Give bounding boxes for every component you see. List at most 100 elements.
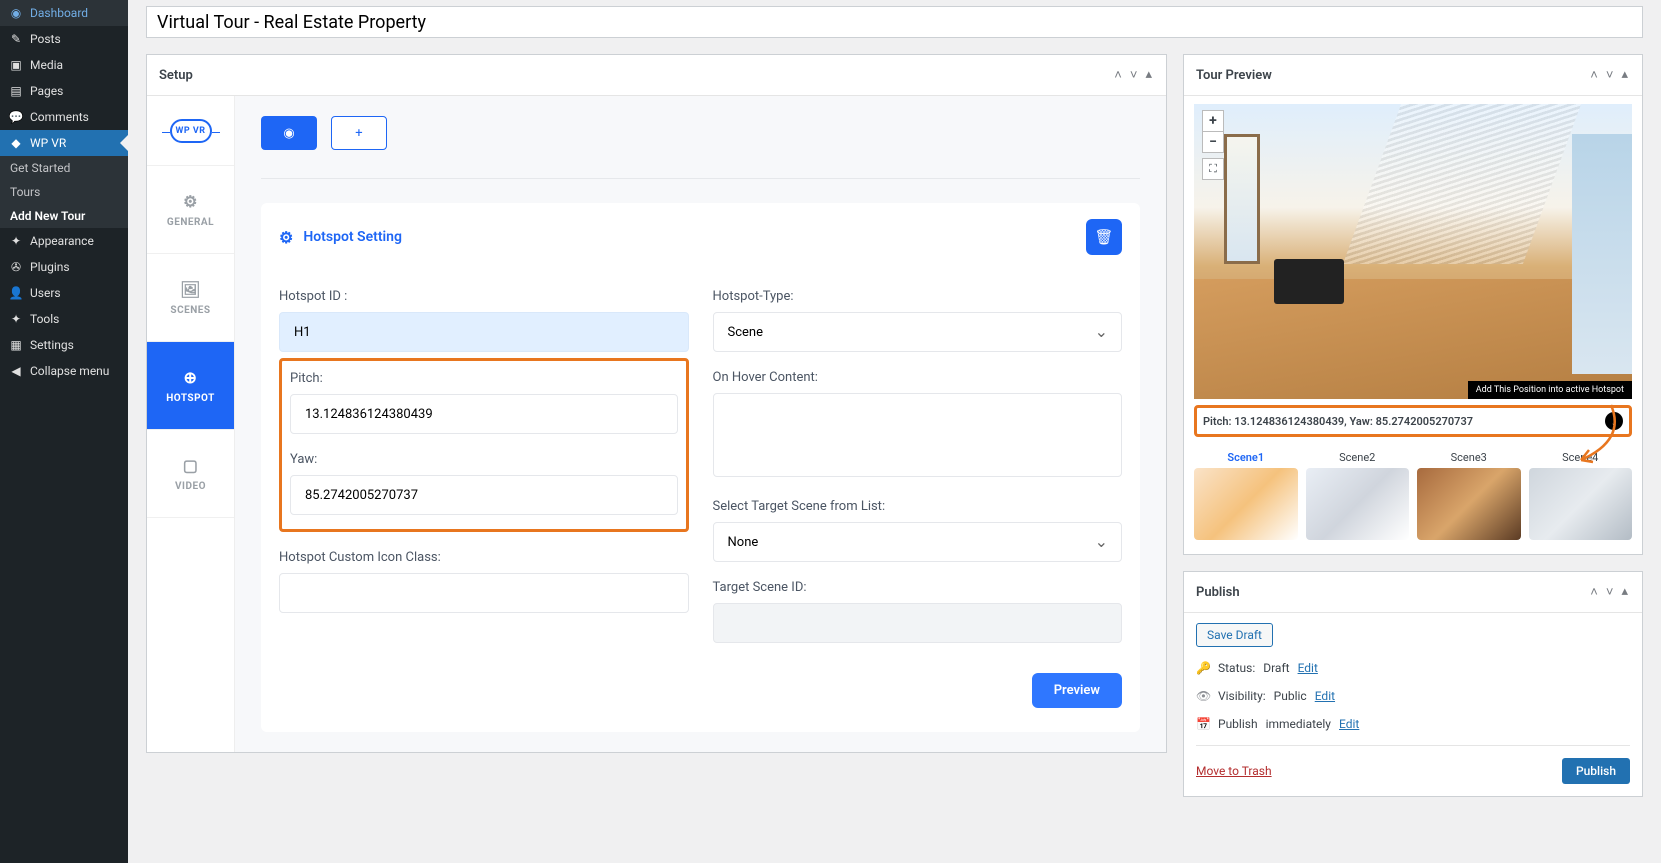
toggle-up-icon[interactable]: ˄ [1588, 582, 1600, 602]
menu-posts[interactable]: ✎Posts [0, 26, 128, 52]
gear-icon: ⚙ [279, 228, 293, 247]
icon-class-label: Hotspot Custom Icon Class: [279, 550, 689, 565]
setup-header: Setup ˄ ˅ ▴ [147, 55, 1166, 96]
toggle-down-icon[interactable]: ˅ [1604, 582, 1616, 602]
menu-label: Tools [30, 312, 59, 326]
menu-dashboard[interactable]: ◉ Dashboard [0, 0, 128, 26]
scene-thumb-1[interactable]: Scene1 [1194, 451, 1298, 540]
toggle-up-icon[interactable]: ˄ [1588, 65, 1600, 85]
vtab-logo: WP VR [147, 96, 234, 166]
menu-label: Pages [30, 84, 63, 98]
setup-title: Setup [159, 68, 193, 83]
hotspot-setting-title: Hotspot Setting [303, 229, 402, 245]
zoom-in-button[interactable]: + [1202, 110, 1224, 132]
target-scene-list-label: Select Target Scene from List: [713, 499, 1123, 514]
handle-icon[interactable]: ▴ [1143, 65, 1154, 85]
menu-plugins[interactable]: ✇Plugins [0, 254, 128, 280]
hover-content-input[interactable] [713, 393, 1123, 477]
edit-schedule-link[interactable]: Edit [1339, 717, 1359, 731]
publish-postbox: Publish ˄ ˅ ▴ Save Draft 🔑Status: Draft … [1183, 571, 1643, 797]
calendar-icon: 📅 [1196, 717, 1210, 731]
submenu-get-started[interactable]: Get Started [0, 156, 128, 180]
pitch-yaw-display: Pitch: 13.124836124380439, Yaw: 85.27420… [1194, 405, 1632, 437]
hotspot-id-input[interactable] [279, 312, 689, 352]
menu-label: Users [30, 286, 61, 300]
visibility-value: Public [1274, 689, 1307, 703]
setup-postbox: Setup ˄ ˅ ▴ WP VR ⚙GENERAL 🖼SCENES ⊕HOTS [146, 54, 1167, 753]
scene-thumb-4[interactable]: Scene4 [1529, 451, 1633, 540]
menu-label: WP VR [30, 136, 66, 150]
key-icon: 🔑 [1196, 661, 1210, 675]
schedule-label: Publish [1218, 717, 1258, 731]
save-draft-button[interactable]: Save Draft [1196, 623, 1273, 647]
scene-thumb-3[interactable]: Scene3 [1417, 451, 1521, 540]
edit-status-link[interactable]: Edit [1298, 661, 1318, 675]
toggle-down-icon[interactable]: ˅ [1128, 65, 1140, 85]
menu-label: Comments [30, 110, 89, 124]
target-scene-id-label: Target Scene ID: [713, 580, 1123, 595]
vtab-label: SCENES [170, 305, 210, 316]
hotspot-tab-current[interactable]: ◉ [261, 116, 317, 150]
menu-appearance[interactable]: ✦Appearance [0, 228, 128, 254]
publish-button[interactable]: Publish [1562, 758, 1630, 784]
toggle-down-icon[interactable]: ˅ [1604, 65, 1616, 85]
move-to-trash-link[interactable]: Move to Trash [1196, 764, 1272, 778]
dashboard-icon: ◉ [8, 6, 24, 20]
tour-preview-postbox: Tour Preview ˄ ˅ ▴ + − [1183, 54, 1643, 555]
scene-thumb-2[interactable]: Scene2 [1306, 451, 1410, 540]
hover-content-label: On Hover Content: [713, 370, 1123, 385]
icon-class-input[interactable] [279, 573, 689, 613]
delete-hotspot-button[interactable]: 🗑 [1086, 219, 1122, 255]
tour-preview-title: Tour Preview [1196, 68, 1272, 83]
vtab-general[interactable]: ⚙ GENERAL [147, 166, 234, 254]
edit-visibility-link[interactable]: Edit [1315, 689, 1335, 703]
submenu-tours[interactable]: Tours [0, 180, 128, 204]
menu-settings[interactable]: ▦Settings [0, 332, 128, 358]
vtab-label: GENERAL [167, 217, 214, 228]
wpvr-icon: ◆ [8, 136, 24, 150]
handle-icon[interactable]: ▴ [1619, 582, 1630, 602]
pitch-input[interactable] [290, 394, 678, 434]
panorama-viewer[interactable]: + − ⛶ Add This Position into active Hots… [1194, 104, 1632, 399]
media-icon: ▣ [8, 58, 24, 72]
target-scene-select[interactable]: None [713, 522, 1123, 562]
menu-label: Posts [30, 32, 61, 46]
vtab-label: HOTSPOT [166, 393, 215, 404]
target-scene-id-input[interactable] [713, 603, 1123, 643]
menu-users[interactable]: 👤Users [0, 280, 128, 306]
menu-media[interactable]: ▣Media [0, 52, 128, 78]
hotspot-tab-add[interactable]: + [331, 116, 387, 150]
vtab-label: VIDEO [175, 481, 206, 492]
menu-wpvr[interactable]: ◆ WP VR [0, 130, 128, 156]
zoom-out-button[interactable]: − [1202, 131, 1224, 153]
preview-button[interactable]: Preview [1032, 673, 1122, 708]
vtab-scenes[interactable]: 🖼SCENES [147, 254, 234, 342]
gear-icon: ⚙ [183, 192, 198, 211]
menu-tools[interactable]: ✦Tools [0, 306, 128, 332]
menu-label: Plugins [30, 260, 70, 274]
eye-icon: 👁 [1196, 689, 1210, 703]
fullscreen-button[interactable]: ⛶ [1202, 158, 1224, 180]
submenu-add-new-tour[interactable]: Add New Tour [0, 204, 128, 228]
scene-thumbnails: Scene1 Scene2 Scene3 Scene4 [1194, 451, 1632, 540]
vtab-hotspot[interactable]: ⊕ HOTSPOT [147, 342, 234, 430]
tour-title-input[interactable] [146, 6, 1643, 38]
menu-pages[interactable]: ▤Pages [0, 78, 128, 104]
comments-icon: 💬 [8, 110, 24, 124]
vertical-tabs: WP VR ⚙ GENERAL 🖼SCENES ⊕ HOTSPOT ▢ VIDEO [147, 96, 235, 752]
vtab-video[interactable]: ▢ VIDEO [147, 430, 234, 518]
handle-icon[interactable]: ▴ [1619, 65, 1630, 85]
menu-collapse[interactable]: ◀Collapse menu [0, 358, 128, 384]
target-icon: ⊕ [184, 368, 198, 387]
admin-sidebar: ◉ Dashboard ✎Posts ▣Media ▤Pages 💬 Comment… [0, 0, 128, 863]
appearance-icon: ✦ [8, 234, 24, 248]
menu-comments[interactable]: 💬 Comments [0, 104, 128, 130]
add-position-button[interactable]: ↓ [1605, 412, 1623, 430]
menu-label: Dashboard [30, 6, 88, 20]
pitch-yaw-text: Pitch: 13.124836124380439, Yaw: 85.27420… [1203, 415, 1473, 428]
video-icon: ▢ [183, 456, 199, 475]
hotspot-type-select[interactable]: Scene [713, 312, 1123, 352]
toggle-up-icon[interactable]: ˄ [1112, 65, 1124, 85]
yaw-input[interactable] [290, 475, 678, 515]
submenu-wpvr: Get Started Tours Add New Tour [0, 156, 128, 228]
